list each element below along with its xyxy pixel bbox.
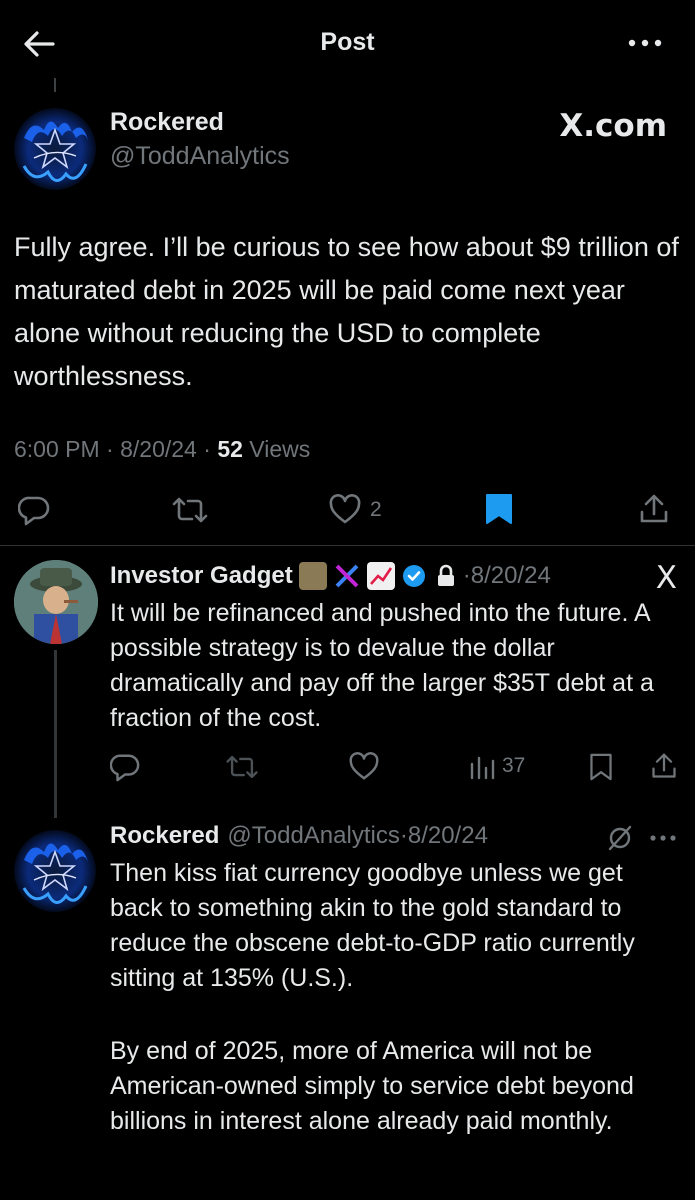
reply-body-paragraph-2: By end of 2025, more of America will not… xyxy=(110,1037,634,1135)
thread-connector xyxy=(54,650,57,818)
bookmark-button[interactable] xyxy=(484,492,514,526)
avatar-logo-image xyxy=(14,108,96,190)
bookmark-filled-icon xyxy=(486,494,512,524)
author-name[interactable]: Rockered xyxy=(110,108,224,137)
views-label: Views xyxy=(249,436,311,462)
repost-icon xyxy=(226,755,258,779)
reply-icon xyxy=(18,496,50,526)
divider xyxy=(0,545,695,546)
repost-icon xyxy=(172,497,208,523)
avatar[interactable] xyxy=(14,830,96,912)
avatar[interactable] xyxy=(14,560,98,644)
more-horizontal-icon[interactable] xyxy=(625,36,665,50)
author-name[interactable]: Rockered xyxy=(110,822,219,850)
grok-icon[interactable] xyxy=(606,824,634,852)
lock-icon xyxy=(437,564,454,586)
chart-increasing-emoji xyxy=(366,562,395,590)
share-button[interactable] xyxy=(638,492,670,526)
bookmark-button[interactable] xyxy=(588,752,614,782)
reply-button[interactable] xyxy=(110,752,140,782)
reply-date[interactable]: 8/20/24 xyxy=(408,822,488,850)
reply-button[interactable] xyxy=(18,494,50,526)
analytics-icon xyxy=(470,756,495,780)
post-body: Fully agree. I’ll be curious to see how … xyxy=(14,232,679,391)
platform-label: X.com xyxy=(559,108,667,144)
share-icon xyxy=(640,494,668,523)
views-count: 52 xyxy=(217,436,243,462)
reply-icon xyxy=(110,754,140,782)
author-handle[interactable]: @ToddAnalytics xyxy=(227,822,399,850)
avatar-logo-image xyxy=(14,830,96,912)
post-meta: 6:00 PM · 8/20/24 · 52 Views xyxy=(14,436,311,462)
reply-header: Rockered @ToddAnalytics · 8/20/24 xyxy=(110,822,488,850)
like-button[interactable] xyxy=(348,752,380,782)
thread-connector-top xyxy=(54,78,56,92)
like-button[interactable]: 2 xyxy=(328,494,382,526)
repost-button[interactable] xyxy=(224,752,260,782)
reply-body: It will be refinanced and pushed into th… xyxy=(110,599,654,732)
views-button[interactable]: 37 xyxy=(468,752,525,780)
reply-header: Investor Gadget · 8/20/24 xyxy=(110,562,551,590)
views-count: 37 xyxy=(502,754,526,777)
share-icon xyxy=(652,753,676,778)
detective-emoji xyxy=(298,562,327,590)
more-horizontal-icon[interactable] xyxy=(648,832,678,844)
dna-emoji xyxy=(333,562,361,590)
post-actions: 2 xyxy=(0,484,695,538)
reply-date[interactable]: 8/20/24 xyxy=(471,562,551,590)
reply-body-paragraph-1: Then kiss fiat currency goodbye unless w… xyxy=(110,859,635,992)
author-handle[interactable]: @ToddAnalytics xyxy=(110,142,290,171)
post-date[interactable]: 8/20/24 xyxy=(120,436,197,462)
top-bar: Post xyxy=(0,0,695,88)
avatar[interactable] xyxy=(14,108,96,190)
bookmark-icon xyxy=(590,753,612,781)
verified-badge-icon xyxy=(402,565,425,587)
post-time[interactable]: 6:00 PM xyxy=(14,436,100,462)
like-count: 2 xyxy=(370,498,382,521)
author-name[interactable]: Investor Gadget xyxy=(110,562,293,590)
heart-icon xyxy=(349,752,379,780)
page-title: Post xyxy=(320,28,375,56)
platform-label: X xyxy=(655,560,677,596)
avatar-character-image xyxy=(14,560,98,644)
share-button[interactable] xyxy=(650,750,678,782)
repost-button[interactable] xyxy=(170,494,210,526)
heart-icon xyxy=(329,494,361,524)
